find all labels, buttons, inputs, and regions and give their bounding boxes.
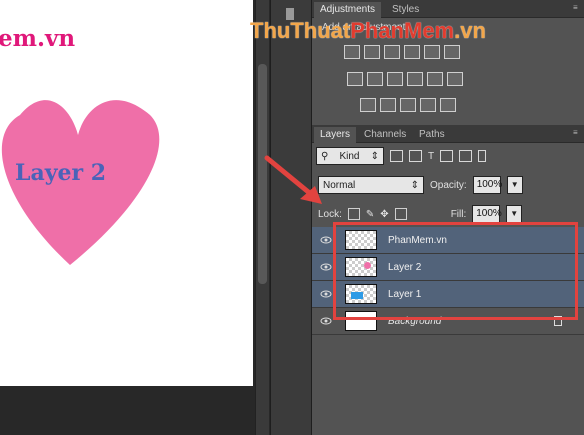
filter-toggle-icon[interactable] xyxy=(478,150,487,162)
photo-filter-icon[interactable] xyxy=(407,72,423,86)
triangle-icon[interactable] xyxy=(444,45,460,59)
opacity-label: Opacity: xyxy=(430,179,467,191)
lock-pixels-icon[interactable]: ✎ xyxy=(366,209,374,220)
selective-color-icon[interactable] xyxy=(420,98,436,112)
layer-filter-row: ⚲ Kind ⇕ T xyxy=(316,147,487,165)
tab-channels[interactable]: Channels xyxy=(358,127,412,143)
adjustments-row-2 xyxy=(347,72,463,86)
invert-icon[interactable] xyxy=(360,98,376,112)
panel-menu-icon[interactable]: ≡ xyxy=(573,129,581,137)
hue-saturation-icon[interactable] xyxy=(347,72,363,86)
fill-dropdown-icon[interactable]: ▼ xyxy=(506,205,523,223)
eye-icon[interactable] xyxy=(320,316,332,326)
layers-tabbar: Layers Channels Paths ≡ xyxy=(312,125,584,143)
updown-icon: ⇕ xyxy=(410,179,419,191)
canvas-text-layer: em.vn xyxy=(0,25,76,52)
adjustments-row-1 xyxy=(344,45,460,59)
vertical-scrollbar[interactable] xyxy=(255,0,269,435)
posterize-icon[interactable] xyxy=(380,98,396,112)
highlight-box xyxy=(333,222,578,320)
adjustments-row-3 xyxy=(360,98,456,112)
exposure-icon[interactable] xyxy=(404,45,420,59)
updown-icon: ⇕ xyxy=(370,150,379,162)
document-canvas[interactable]: em.vn Layer 2 xyxy=(0,0,253,386)
eye-icon[interactable] xyxy=(320,289,332,299)
gradient-map-icon[interactable] xyxy=(440,98,456,112)
levels-icon[interactable] xyxy=(364,45,380,59)
eye-icon[interactable] xyxy=(320,235,332,245)
panels-column: Adjustments Styles ≡ Add an adjustment L… xyxy=(312,0,584,435)
shape-filter-icon[interactable] xyxy=(440,150,454,162)
lock-position-icon[interactable]: ✥ xyxy=(380,209,388,220)
type-filter-icon[interactable]: T xyxy=(428,151,434,162)
lock-all-icon[interactable] xyxy=(394,208,407,220)
opacity-dropdown-icon[interactable]: ▼ xyxy=(506,176,523,194)
heart-label-text: Layer 2 xyxy=(15,160,107,186)
adjustments-tabbar: Adjustments Styles ≡ xyxy=(312,0,584,18)
brightness-icon[interactable] xyxy=(344,45,360,59)
smart-object-filter-icon[interactable] xyxy=(459,150,473,162)
fill-field[interactable]: 100% xyxy=(472,205,502,223)
tab-styles[interactable]: Styles xyxy=(386,2,425,18)
annotation-arrow-icon xyxy=(264,155,322,204)
color-lookup-icon[interactable] xyxy=(447,72,463,86)
panel-menu-icon[interactable]: ≡ xyxy=(573,4,581,12)
tab-layers[interactable]: Layers xyxy=(314,127,357,143)
threshold-icon[interactable] xyxy=(400,98,416,112)
channel-mixer-icon[interactable] xyxy=(427,72,443,86)
opacity-field[interactable]: 100% xyxy=(472,176,502,194)
watermark: ThuThuatPhanMem.vn xyxy=(250,18,486,43)
fill-label: Fill: xyxy=(450,208,467,220)
document-canvas-area: em.vn Layer 2 xyxy=(0,0,255,435)
lock-row: Lock: ✎ ✥ Fill: 100% ▼ xyxy=(318,205,523,223)
curves-icon[interactable] xyxy=(384,45,400,59)
blend-mode-select[interactable]: Normal ⇕ xyxy=(318,176,424,194)
black-white-icon[interactable] xyxy=(387,72,403,86)
blend-row: Normal ⇕ Opacity: 100% ▼ xyxy=(318,176,523,194)
tab-paths[interactable]: Paths xyxy=(413,127,451,143)
vibrance-icon[interactable] xyxy=(424,45,440,59)
pixel-filter-icon[interactable] xyxy=(390,150,403,162)
color-balance-icon[interactable] xyxy=(367,72,383,86)
eye-icon[interactable] xyxy=(320,262,332,272)
panel-dock-strip xyxy=(270,0,312,435)
adjustment-filter-icon[interactable] xyxy=(409,150,422,162)
tab-adjustments[interactable]: Adjustments xyxy=(314,2,382,18)
lock-transparent-icon[interactable] xyxy=(347,208,360,220)
